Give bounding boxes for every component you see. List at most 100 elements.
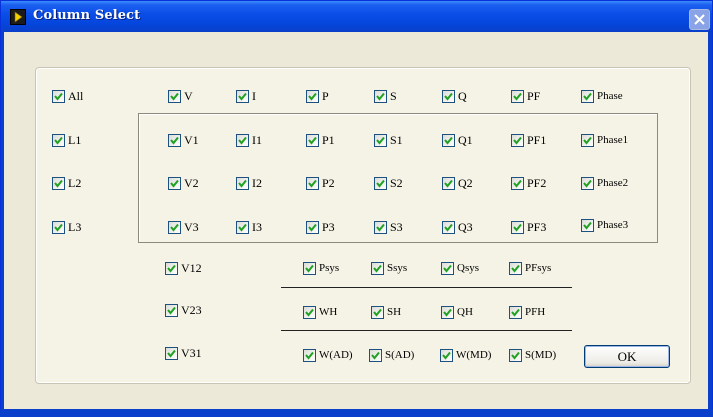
checkbox-psys[interactable]: Psys (303, 260, 339, 276)
checkbox-p1[interactable]: P1 (306, 132, 335, 148)
checkbox-label: Qsys (457, 262, 480, 274)
checkbox-v2[interactable]: V2 (168, 175, 199, 191)
checkbox-l2[interactable]: L2 (52, 175, 81, 191)
checkbox-label: PF2 (527, 175, 547, 190)
checkbox-label: I1 (252, 132, 262, 147)
app-icon (10, 9, 26, 25)
checkbox-phase[interactable]: Phase (581, 88, 623, 104)
checkbox-label: Psys (319, 262, 340, 274)
checkbox-i1[interactable]: I1 (236, 132, 262, 148)
checkbox-label: PFsys (525, 262, 552, 274)
checkbox-label: V1 (184, 132, 199, 147)
checkbox-label: Phase1 (597, 134, 629, 146)
checkbox-p[interactable]: P (306, 88, 329, 104)
checkbox-q[interactable]: Q (442, 88, 467, 104)
checkbox-wh[interactable]: WH (303, 304, 337, 320)
checkbox-s-ad[interactable]: S(AD) (369, 347, 414, 363)
checkbox-i[interactable]: I (236, 88, 256, 104)
checkbox-p3[interactable]: P3 (306, 219, 335, 235)
checkbox-label: V23 (181, 302, 202, 317)
checkbox-i2[interactable]: I2 (236, 175, 262, 191)
checkbox-ssys[interactable]: Ssys (371, 260, 407, 276)
checkbox-label: V3 (184, 219, 199, 234)
checkbox-v23[interactable]: V23 (165, 302, 202, 318)
checkbox-phase2[interactable]: Phase2 (581, 175, 628, 191)
checkbox-label: S(AD) (385, 349, 415, 361)
checkbox-pfsys[interactable]: PFsys (509, 260, 551, 276)
checkbox-v[interactable]: V (168, 88, 193, 104)
checkbox-label: PFH (525, 306, 546, 318)
checkbox-l3[interactable]: L3 (52, 219, 81, 235)
checkbox-label: QH (457, 306, 473, 318)
checkbox-sh[interactable]: SH (371, 304, 401, 320)
checkbox-label: W(MD) (456, 349, 492, 361)
checkbox-w-md[interactable]: W(MD) (440, 347, 491, 363)
checkbox-l1[interactable]: L1 (52, 132, 81, 148)
checkbox-pf1[interactable]: PF1 (511, 132, 546, 148)
checkbox-label: L2 (68, 175, 82, 190)
checkbox-s-md[interactable]: S(MD) (509, 347, 556, 363)
checkbox-label: P (322, 88, 329, 103)
checkbox-label: Phase2 (597, 177, 629, 189)
checkbox-label: Phase3 (597, 219, 629, 231)
checkbox-label: S(MD) (525, 349, 557, 361)
checkbox-label: V12 (181, 260, 202, 275)
checkbox-label: Q3 (458, 219, 473, 234)
window-title: Column Select (33, 8, 141, 23)
checkbox-phase1[interactable]: Phase1 (581, 132, 628, 148)
checkbox-s1[interactable]: S1 (374, 132, 403, 148)
separator-line (281, 330, 572, 331)
checkbox-q3[interactable]: Q3 (442, 219, 473, 235)
checkbox-label: V31 (181, 345, 202, 360)
checkbox-label: Q (458, 88, 467, 103)
checkbox-label: L3 (68, 219, 82, 234)
checkbox-label: S2 (390, 175, 403, 190)
checkbox-v1[interactable]: V1 (168, 132, 199, 148)
checkbox-label: All (68, 88, 84, 103)
checkbox-label: PF3 (527, 219, 547, 234)
checkbox-s[interactable]: S (374, 88, 397, 104)
checkbox-v12[interactable]: V12 (165, 260, 202, 276)
checkbox-q1[interactable]: Q1 (442, 132, 473, 148)
title-bar[interactable]: Column Select (1, 1, 712, 33)
checkbox-label: PF1 (527, 132, 547, 147)
close-icon (694, 14, 705, 25)
checkbox-label: Phase (597, 90, 623, 102)
ok-button[interactable]: OK (584, 345, 670, 368)
checkbox-label: Q2 (458, 175, 473, 190)
checkbox-label: I3 (252, 219, 262, 234)
close-button[interactable] (689, 9, 710, 30)
checkbox-pfh[interactable]: PFH (509, 304, 545, 320)
window-bottom-border (0, 409, 713, 417)
checkbox-pf3[interactable]: PF3 (511, 219, 546, 235)
checkbox-label: S1 (390, 132, 403, 147)
checkbox-qh[interactable]: QH (441, 304, 473, 320)
checkbox-i3[interactable]: I3 (236, 219, 262, 235)
checkbox-label: V2 (184, 175, 199, 190)
checkbox-s2[interactable]: S2 (374, 175, 403, 191)
checkbox-label: W(AD) (319, 349, 353, 361)
checkbox-p2[interactable]: P2 (306, 175, 335, 191)
checkbox-pf2[interactable]: PF2 (511, 175, 546, 191)
checkbox-v31[interactable]: V31 (165, 345, 202, 361)
checkbox-q2[interactable]: Q2 (442, 175, 473, 191)
checkbox-label: I (252, 88, 256, 103)
checkbox-label: P1 (322, 132, 335, 147)
checkbox-pf[interactable]: PF (511, 88, 540, 104)
checkbox-phase3[interactable]: Phase3 (581, 217, 628, 233)
checkbox-all[interactable]: All (52, 88, 83, 104)
checkbox-label: P3 (322, 219, 335, 234)
checkbox-label: I2 (252, 175, 262, 190)
checkbox-v3[interactable]: V3 (168, 219, 199, 235)
checkbox-qsys[interactable]: Qsys (441, 260, 479, 276)
checkbox-label: V (184, 88, 193, 103)
checkbox-label: S3 (390, 219, 403, 234)
checkbox-label: WH (319, 306, 338, 318)
checkbox-label: L1 (68, 132, 82, 147)
checkbox-label: SH (387, 306, 402, 318)
checkbox-label: S (390, 88, 397, 103)
separator-line (281, 287, 572, 288)
checkbox-s3[interactable]: S3 (374, 219, 403, 235)
checkbox-label: Ssys (387, 262, 408, 274)
checkbox-w-ad[interactable]: W(AD) (303, 347, 353, 363)
